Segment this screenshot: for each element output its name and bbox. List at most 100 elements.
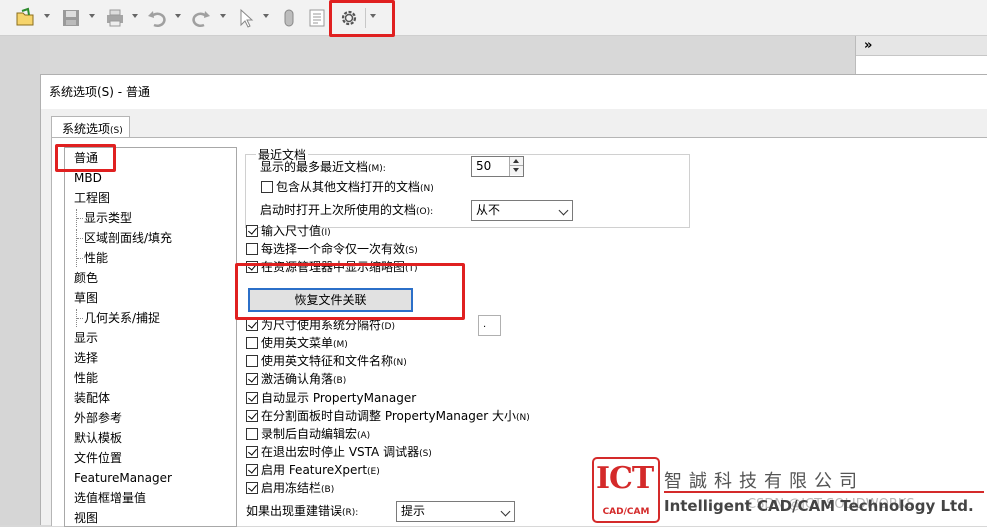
option-label: 录制后自动编辑宏 bbox=[261, 427, 358, 441]
option-hotkey: (I) bbox=[321, 228, 331, 238]
option-label: 在分割面板时自动调整 PropertyManager 大小 bbox=[261, 409, 517, 423]
company-name-cn: 智誠科技有限公司 bbox=[664, 471, 864, 492]
chevron-down-icon[interactable] bbox=[263, 14, 269, 18]
option-checkbox[interactable] bbox=[246, 410, 258, 422]
option-row[interactable]: 使用英文菜单(M) bbox=[246, 334, 348, 352]
option-hotkey: (S) bbox=[405, 246, 418, 256]
watermark-divider bbox=[664, 491, 984, 493]
include-other-docs-checkbox[interactable] bbox=[261, 181, 273, 193]
option-hotkey: (A) bbox=[357, 431, 371, 441]
tree-item[interactable]: 显示 bbox=[74, 329, 98, 347]
option-checkbox[interactable] bbox=[246, 482, 258, 494]
option-checkbox[interactable] bbox=[246, 428, 258, 440]
option-row[interactable]: 录制后自动编辑宏(A) bbox=[246, 425, 370, 443]
tree-item-label: 显示 bbox=[74, 331, 99, 345]
tree-item[interactable]: 颜色 bbox=[74, 269, 98, 287]
tree-item[interactable]: 几何关系/捕捉 bbox=[74, 309, 160, 327]
option-checkbox[interactable] bbox=[246, 337, 258, 349]
rebuild-error-text: 如果出现重建错误 bbox=[246, 504, 343, 518]
print-icon[interactable] bbox=[104, 7, 126, 29]
options-tree[interactable]: 普通 MBD 工程图 显示类型 区域剖面线/填充 性能 颜色 草图 几何关系/捕捉 显示 选择 性能装… bbox=[64, 147, 237, 527]
tab-system-options[interactable]: 系统选项(S) bbox=[51, 116, 130, 138]
option-checkbox[interactable] bbox=[246, 373, 258, 385]
tree-item[interactable]: 区域剖面线/填充 bbox=[74, 229, 172, 247]
highlight-thumbnail-option bbox=[235, 263, 465, 320]
option-row[interactable]: 在分割面板时自动调整 PropertyManager 大小(N) bbox=[246, 407, 530, 425]
dialog-title: 系统选项(S) - 普通 bbox=[41, 75, 987, 109]
startup-open-hotkey: (O): bbox=[416, 207, 434, 217]
tab-strip: 系统选项(S) bbox=[51, 116, 130, 138]
chevron-down-icon[interactable] bbox=[44, 14, 50, 18]
option-row[interactable]: 自动显示 PropertyManager bbox=[246, 389, 416, 407]
startup-open-select[interactable]: 从不 bbox=[471, 200, 573, 221]
tree-item[interactable]: 工程图 bbox=[74, 189, 110, 207]
option-label: 在退出宏时停止 VSTA 调试器 bbox=[261, 445, 420, 459]
tree-item[interactable]: 选值框增量值 bbox=[74, 489, 146, 507]
save-icon[interactable] bbox=[60, 7, 82, 29]
collapse-button[interactable]: » bbox=[856, 36, 987, 56]
rebuild-error-select[interactable]: 提示 bbox=[396, 501, 515, 522]
option-row[interactable]: 激活确认角落(B) bbox=[246, 370, 346, 388]
option-label: 自动显示 PropertyManager bbox=[261, 391, 417, 405]
option-row[interactable]: 在退出宏时停止 VSTA 调试器(S) bbox=[246, 443, 432, 461]
option-checkbox[interactable] bbox=[246, 392, 258, 404]
option-checkbox[interactable] bbox=[246, 446, 258, 458]
option-label: 每选择一个命令仅一次有效 bbox=[261, 242, 406, 256]
option-row[interactable]: 输入尺寸值(I) bbox=[246, 222, 331, 240]
tree-item-label: 选值框增量值 bbox=[74, 491, 147, 505]
tree-item[interactable]: 外部参考 bbox=[74, 409, 122, 427]
startup-open-text: 启动时打开上次所使用的文档 bbox=[260, 203, 417, 217]
option-row[interactable]: 每选择一个命令仅一次有效(S) bbox=[246, 240, 418, 258]
option-row[interactable]: 使用英文特征和文件名称(N) bbox=[246, 352, 407, 370]
file-properties-icon[interactable] bbox=[306, 7, 328, 29]
option-hotkey: (D) bbox=[381, 322, 395, 332]
option-hotkey: (M) bbox=[333, 340, 348, 350]
tree-item-label: 几何关系/捕捉 bbox=[84, 311, 161, 325]
select-icon[interactable] bbox=[235, 7, 257, 29]
option-row[interactable]: 启用 FeatureXpert(E) bbox=[246, 461, 380, 479]
tree-item[interactable]: 视图 bbox=[74, 509, 98, 527]
max-recent-label: 显示的最多最近文档(M): bbox=[260, 158, 386, 176]
tree-item[interactable]: 默认模板 bbox=[74, 429, 122, 447]
redo-icon[interactable] bbox=[190, 7, 212, 29]
rebuild-icon[interactable] bbox=[278, 7, 300, 29]
rebuild-error-label: 如果出现重建错误(R): bbox=[246, 502, 358, 520]
tree-item[interactable]: 选择 bbox=[74, 349, 98, 367]
option-checkbox[interactable] bbox=[246, 225, 258, 237]
tree-item[interactable]: 文件位置 bbox=[74, 449, 122, 467]
tree-item[interactable]: 性能 bbox=[74, 369, 98, 387]
tree-item[interactable]: 显示类型 bbox=[74, 209, 132, 227]
chevron-down-icon[interactable] bbox=[132, 14, 138, 18]
decimal-separator-field[interactable]: . bbox=[478, 315, 501, 336]
option-checkbox[interactable] bbox=[246, 464, 258, 476]
option-hotkey: (B) bbox=[333, 376, 347, 386]
company-watermark: ICT CAD/CAM 智誠科技有限公司 CSDN @ICT SOLIDWORK… bbox=[592, 457, 987, 525]
option-checkbox[interactable] bbox=[246, 355, 258, 367]
tree-item-label: 性能 bbox=[74, 371, 99, 385]
option-checkbox[interactable] bbox=[246, 319, 258, 331]
tree-item[interactable]: 性能 bbox=[74, 249, 108, 267]
tree-item-label: 显示类型 bbox=[84, 211, 133, 225]
option-label: 激活确认角落 bbox=[261, 372, 334, 386]
option-checkbox[interactable] bbox=[246, 243, 258, 255]
tree-item-label: 草图 bbox=[74, 291, 99, 305]
tree-item[interactable]: FeatureManager bbox=[74, 469, 172, 487]
tree-item-label: 工程图 bbox=[74, 191, 111, 205]
chevron-down-icon[interactable] bbox=[175, 14, 181, 18]
option-hotkey: (S) bbox=[419, 449, 432, 459]
undo-icon[interactable] bbox=[146, 7, 168, 29]
chevron-down-icon[interactable] bbox=[220, 14, 226, 18]
spin-up-icon[interactable] bbox=[510, 157, 523, 166]
spin-down-icon[interactable] bbox=[510, 166, 523, 175]
open-icon[interactable] bbox=[14, 7, 36, 29]
chevron-down-icon[interactable] bbox=[89, 14, 95, 18]
tree-item[interactable]: 草图 bbox=[74, 289, 98, 307]
max-recent-stepper[interactable]: 50 bbox=[471, 156, 524, 177]
highlight-general-item bbox=[55, 144, 116, 172]
startup-open-label: 启动时打开上次所使用的文档(O): bbox=[260, 201, 433, 219]
option-row[interactable]: 启用冻结栏(B) bbox=[246, 479, 334, 497]
include-other-docs-option[interactable]: 包含从其他文档打开的文档(N) bbox=[261, 178, 434, 196]
option-hotkey: (N) bbox=[393, 358, 407, 368]
max-recent-hotkey: (M): bbox=[368, 164, 386, 174]
tree-item[interactable]: 装配体 bbox=[74, 389, 110, 407]
